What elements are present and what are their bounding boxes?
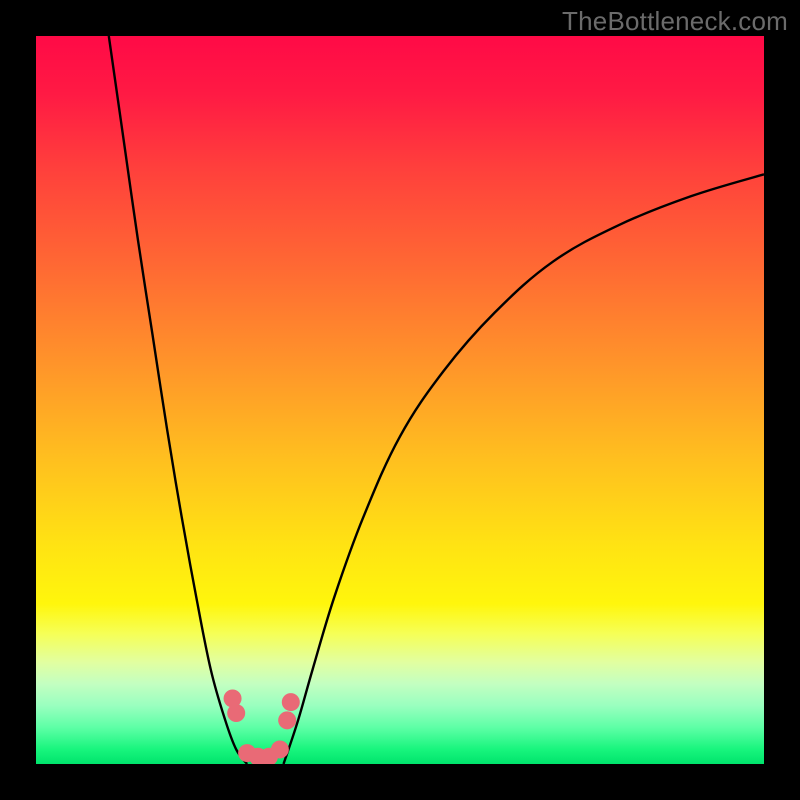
valley-marker (227, 704, 245, 722)
left-branch-curve (109, 36, 247, 764)
chart-frame: TheBottleneck.com (0, 0, 800, 800)
watermark-text: TheBottleneck.com (562, 6, 788, 37)
plot-area (36, 36, 764, 764)
valley-marker (278, 711, 296, 729)
valley-marker (282, 693, 300, 711)
right-branch-curve (284, 174, 764, 764)
valley-marker (271, 740, 289, 758)
curve-layer (36, 36, 764, 764)
